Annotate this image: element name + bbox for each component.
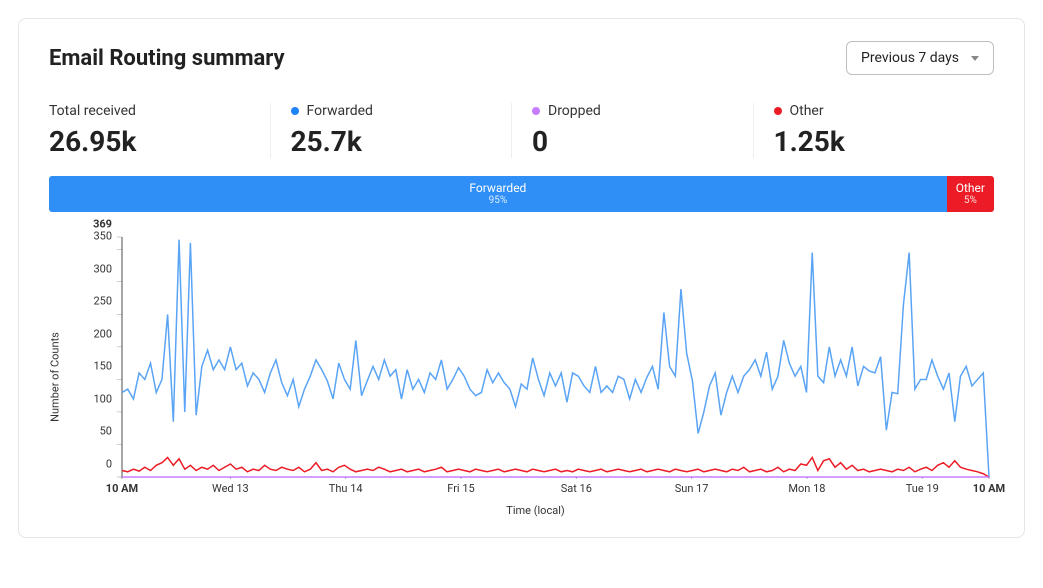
- bar-segment-forwarded: Forwarded95%: [49, 176, 947, 212]
- timerange-dropdown[interactable]: Previous 7 days: [846, 41, 994, 75]
- x-tick: Sun 17: [675, 482, 709, 495]
- summary-card: Email Routing summary Previous 7 days To…: [18, 18, 1025, 538]
- x-tick: Thu 14: [329, 482, 363, 495]
- metric-label: Total received: [49, 103, 270, 119]
- x-tick: Wed 13: [212, 482, 249, 495]
- y-axis-label: Number of Counts: [49, 332, 62, 422]
- y-tick: 50: [100, 425, 112, 438]
- series-other: [122, 457, 989, 477]
- metric-total: Total received 26.95k: [49, 103, 270, 158]
- y-tick: 250: [93, 295, 112, 308]
- chevron-down-icon: [971, 56, 979, 61]
- metric-value: 0: [532, 125, 753, 158]
- y-tick: 150: [93, 360, 112, 373]
- metric-label: Forwarded: [291, 103, 512, 119]
- metric-value: 1.25k: [774, 125, 995, 158]
- metric-label: Dropped: [532, 103, 753, 119]
- metric-forwarded: Forwarded 25.7k: [270, 103, 512, 158]
- y-tick: 300: [93, 262, 112, 275]
- metric-label: Other: [774, 103, 995, 119]
- x-tick: 10 AM: [973, 482, 1005, 495]
- metrics-row: Total received26.95kForwarded25.7kDroppe…: [49, 103, 994, 158]
- proportion-bar: Forwarded95%Other5%: [49, 176, 994, 212]
- y-tick: 0: [106, 458, 112, 471]
- legend-dot: [532, 107, 540, 115]
- legend-dot: [291, 107, 299, 115]
- y-tick: 200: [93, 327, 112, 340]
- x-tick: Mon 18: [788, 482, 825, 495]
- y-ticks: 050100150200250300350369: [77, 237, 117, 477]
- plot-area: [122, 237, 989, 477]
- metric-other: Other 1.25k: [753, 103, 995, 158]
- dropdown-label: Previous 7 days: [861, 50, 959, 66]
- x-tick: Fri 15: [447, 482, 474, 495]
- metric-dropped: Dropped 0: [511, 103, 753, 158]
- title: Email Routing summary: [49, 46, 285, 71]
- y-tick: 369: [93, 218, 112, 231]
- bar-segment-other: Other5%: [947, 176, 994, 212]
- legend-dot: [774, 107, 782, 115]
- header: Email Routing summary Previous 7 days: [49, 41, 994, 75]
- chart: Number of Counts 05010015020025030035036…: [77, 237, 994, 517]
- metric-value: 25.7k: [291, 125, 512, 158]
- x-tick: Tue 19: [906, 482, 939, 495]
- x-tick: Sat 16: [561, 482, 592, 495]
- metric-value: 26.95k: [49, 125, 270, 158]
- x-tick: 10 AM: [106, 482, 138, 495]
- x-axis-label: Time (local): [506, 504, 564, 517]
- series-forwarded: [122, 240, 989, 477]
- y-tick: 350: [93, 230, 112, 243]
- x-ticks: 10 AMWed 13Thu 14Fri 15Sat 16Sun 17Mon 1…: [122, 482, 989, 497]
- y-tick: 100: [93, 392, 112, 405]
- chart-svg: [122, 237, 989, 477]
